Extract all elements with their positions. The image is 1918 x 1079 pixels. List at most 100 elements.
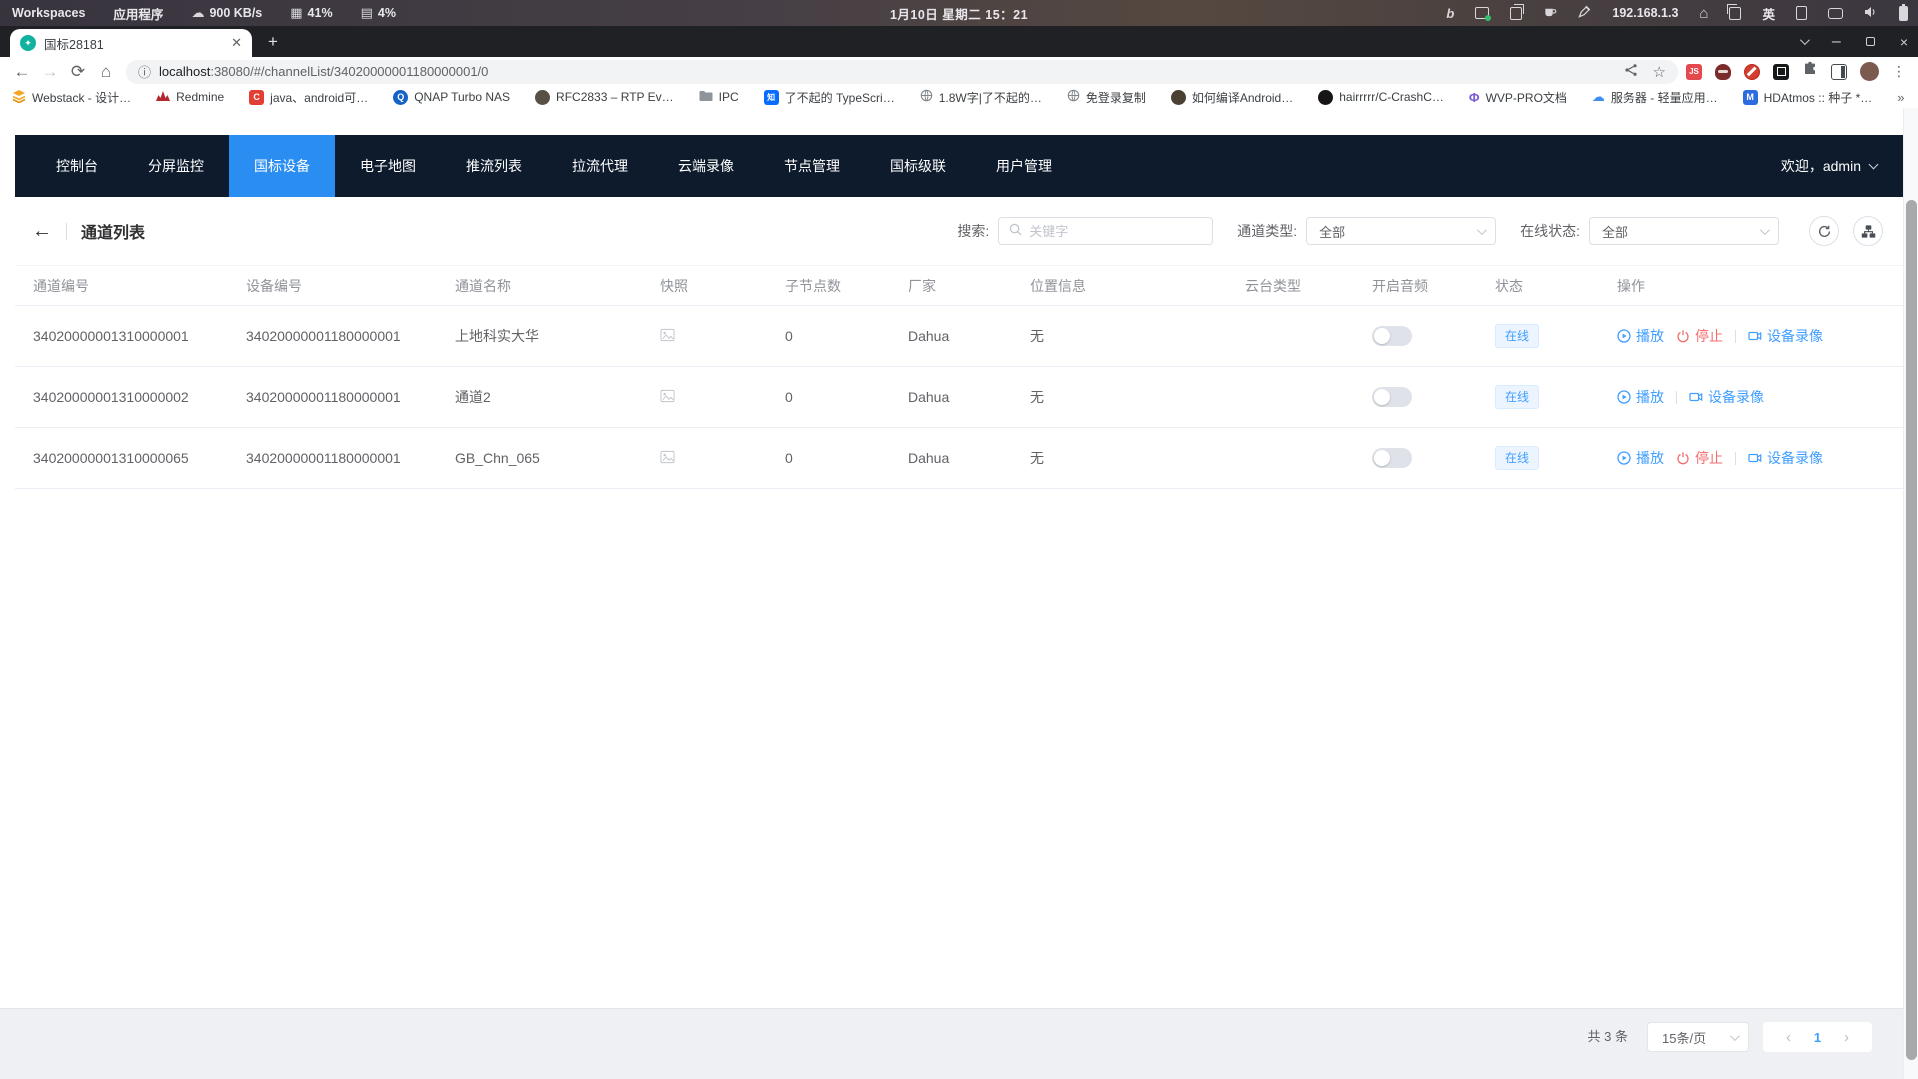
workspaces-button[interactable]: Workspaces <box>12 6 85 20</box>
side-panel-icon[interactable] <box>1831 64 1847 80</box>
back-icon[interactable]: ← <box>8 62 36 82</box>
applications-button[interactable]: 应用程序 <box>113 4 163 23</box>
audio-toggle[interactable] <box>1372 387 1412 407</box>
share-icon[interactable] <box>1624 63 1638 80</box>
battery-icon[interactable] <box>1899 6 1908 21</box>
tab-favicon-icon: ✦ <box>20 35 36 51</box>
bookmark-item[interactable]: RFC2833 – RTP Ev… <box>535 90 674 105</box>
nav-item-user-manage[interactable]: 用户管理 <box>971 135 1077 197</box>
snapshot-icon[interactable] <box>642 328 767 345</box>
cell-name: 通道2 <box>437 387 642 407</box>
nav-item-gb-cascade[interactable]: 国标级联 <box>865 135 971 197</box>
prev-page-button[interactable]: ‹ <box>1786 1029 1791 1046</box>
search-input[interactable] <box>998 217 1213 245</box>
user-menu[interactable]: 欢迎，admin <box>1781 156 1903 176</box>
bookmark-item[interactable]: M HDAtmos :: 种子 *… <box>1743 89 1873 106</box>
bookmark-item[interactable]: 1.8W字|了不起的… <box>920 89 1042 106</box>
next-page-button[interactable]: › <box>1844 1029 1849 1046</box>
bookmark-item[interactable]: 知 了不起的 TypeScri… <box>764 89 895 106</box>
bookmark-item[interactable]: C java、android可… <box>249 89 368 106</box>
bookmark-star-icon[interactable]: ☆ <box>1653 63 1666 81</box>
ip-address[interactable]: 192.168.1.3 <box>1612 6 1678 20</box>
nav-item-split-monitor[interactable]: 分屏监控 <box>123 135 229 197</box>
play-button[interactable]: 播放 <box>1617 387 1664 407</box>
window-minimize-button[interactable]: – <box>1832 33 1841 51</box>
cup-tray-icon[interactable] <box>1543 5 1557 21</box>
bookmarks-overflow-chevron[interactable]: » <box>1897 90 1904 105</box>
nav-item-push-list[interactable]: 推流列表 <box>441 135 547 197</box>
back-arrow-button[interactable]: ← <box>32 220 52 243</box>
scrollbar-thumb[interactable] <box>1906 200 1917 1060</box>
play-button[interactable]: 播放 <box>1617 448 1664 468</box>
cpu-icon: ▦ <box>290 5 302 21</box>
snapshot-icon[interactable] <box>642 389 767 406</box>
channel-type-select[interactable]: 全部 <box>1306 217 1496 245</box>
window-restore-button[interactable] <box>1866 37 1875 46</box>
forward-icon[interactable]: → <box>36 62 64 82</box>
nav-item-map[interactable]: 电子地图 <box>335 135 441 197</box>
device-record-button[interactable]: 设备录像 <box>1748 448 1823 468</box>
new-tab-button[interactable]: + <box>260 29 286 55</box>
clipboard-tray-icon[interactable] <box>1510 7 1522 20</box>
device-record-button[interactable]: 设备录像 <box>1689 387 1764 407</box>
page-size-select[interactable]: 15条/页 <box>1647 1022 1749 1052</box>
bookmark-item[interactable]: 如何编译Android… <box>1171 89 1293 106</box>
current-page[interactable]: 1 <box>1814 1030 1821 1045</box>
mask-extension-icon[interactable] <box>1715 64 1731 80</box>
page-scrollbar[interactable] <box>1903 108 1918 1079</box>
stop-button[interactable]: 停止 <box>1676 326 1723 346</box>
audio-toggle[interactable] <box>1372 448 1412 468</box>
snapshot-icon[interactable] <box>642 450 767 467</box>
volume-icon[interactable] <box>1864 6 1878 21</box>
pager: ‹ 1 › <box>1763 1022 1872 1052</box>
screenshot-tray-icon[interactable] <box>1475 7 1489 19</box>
audio-toggle[interactable] <box>1372 326 1412 346</box>
browser-tab[interactable]: ✦ 国标28181 ✕ <box>10 29 252 57</box>
bookmark-item[interactable]: Q QNAP Turbo NAS <box>393 90 510 105</box>
profile-avatar[interactable] <box>1860 62 1879 81</box>
bookmark-item[interactable]: IPC <box>699 90 739 105</box>
workspace-switcher-icon[interactable] <box>1729 7 1741 20</box>
cell-channel-id: 34020000001310000001 <box>15 328 228 344</box>
bookmark-item[interactable]: 免登录复制 <box>1067 89 1146 106</box>
clock[interactable]: 1月10日 星期二 15：21 <box>890 4 1028 23</box>
nav-item-pull-proxy[interactable]: 拉流代理 <box>547 135 653 197</box>
tree-view-button[interactable] <box>1853 216 1883 246</box>
tab-close-icon[interactable]: ✕ <box>231 35 242 51</box>
color-picker-tray-icon[interactable] <box>1578 5 1591 21</box>
nav-item-cloud-record[interactable]: 云端录像 <box>653 135 759 197</box>
js-extension-icon[interactable]: JS <box>1686 64 1702 80</box>
bookmark-item[interactable]: Webstack - 设计… <box>12 89 131 106</box>
nav-item-console[interactable]: 控制台 <box>31 135 123 197</box>
phone-link-icon[interactable] <box>1796 6 1807 20</box>
url-omnibox[interactable]: ⓘ localhost:38080/#/channelList/34020000… <box>126 60 1678 84</box>
display-icon[interactable] <box>1828 8 1843 19</box>
stop-button[interactable]: 停止 <box>1676 448 1723 468</box>
bing-tray-icon[interactable]: b <box>1446 6 1454 21</box>
input-language-indicator[interactable]: 英 <box>1762 4 1775 23</box>
home-icon[interactable]: ⌂ <box>92 62 120 82</box>
adblock-extension-icon[interactable] <box>1744 64 1760 80</box>
wvp-icon: Φ <box>1469 90 1480 105</box>
cloud-download-icon: ☁ <box>191 5 204 21</box>
online-status-select[interactable]: 全部 <box>1589 217 1779 245</box>
reload-icon[interactable]: ⟳ <box>64 62 92 82</box>
bookmark-item[interactable]: Φ WVP-PRO文档 <box>1469 89 1567 106</box>
browser-menu-icon[interactable]: ⋮ <box>1892 63 1906 80</box>
tab-search-chevron-icon[interactable] <box>1800 35 1810 45</box>
nav-item-gb-devices[interactable]: 国标设备 <box>229 135 335 197</box>
nav-item-node-manage[interactable]: 节点管理 <box>759 135 865 197</box>
refresh-button[interactable] <box>1809 216 1839 246</box>
bookmark-item[interactable]: hairrrrr/C-CrashC… <box>1318 90 1444 105</box>
search-field[interactable] <box>1029 224 1202 239</box>
window-close-button[interactable]: × <box>1900 34 1908 50</box>
site-info-icon[interactable]: ⓘ <box>138 62 151 81</box>
bookmark-item[interactable]: ☁ 服务器 - 轻量应用… <box>1592 89 1718 106</box>
device-record-button[interactable]: 设备录像 <box>1748 326 1823 346</box>
home-tray-icon[interactable]: ⌂ <box>1699 5 1708 22</box>
cell-children: 0 <box>767 450 890 466</box>
extensions-puzzle-icon[interactable] <box>1802 61 1818 82</box>
capture-extension-icon[interactable] <box>1773 64 1789 80</box>
bookmark-item[interactable]: Redmine <box>156 90 224 105</box>
play-button[interactable]: 播放 <box>1617 326 1664 346</box>
